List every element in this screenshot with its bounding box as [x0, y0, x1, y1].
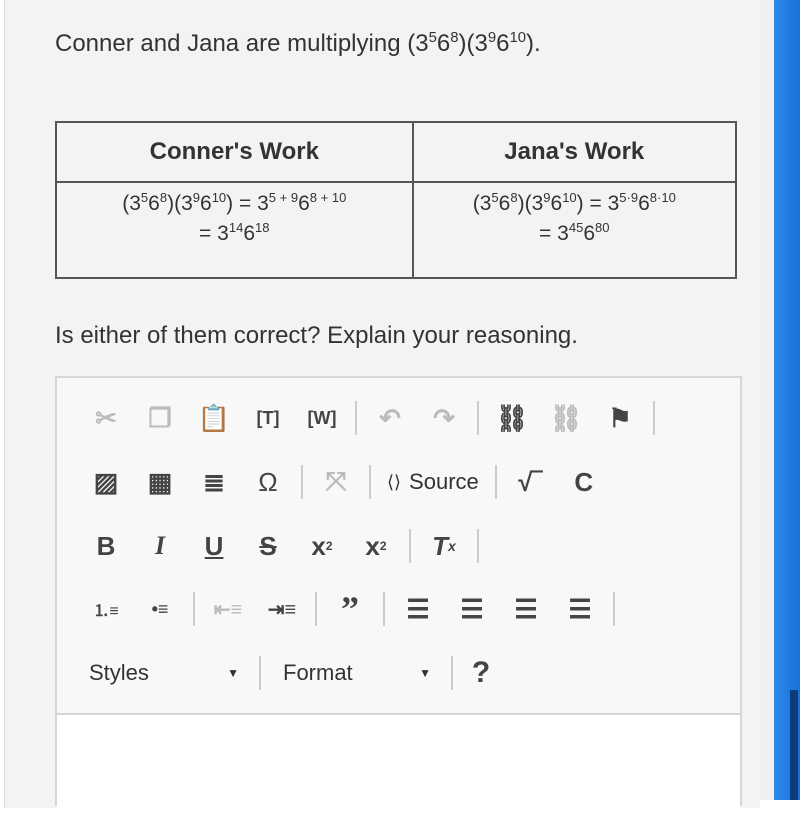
header-conner: Conner's Work: [55, 121, 414, 183]
image-icon[interactable]: ▨: [79, 464, 133, 500]
redo-icon[interactable]: ↷: [417, 400, 471, 436]
separator: [477, 529, 479, 563]
separator: [451, 656, 453, 690]
strikethrough-icon[interactable]: S: [241, 528, 295, 564]
separator: [369, 465, 371, 499]
separator: [653, 401, 655, 435]
align-right-icon[interactable]: ☰: [499, 591, 553, 627]
separator: [494, 465, 497, 499]
link-icon[interactable]: ⛓: [485, 400, 539, 436]
gutter: [760, 0, 774, 800]
header-jana: Jana's Work: [411, 121, 738, 183]
italic-icon[interactable]: I: [133, 528, 187, 564]
cut-icon[interactable]: ✂: [79, 400, 133, 436]
anchor-flag-icon[interactable]: ⚑: [593, 400, 647, 436]
indent-icon[interactable]: ⇥≡: [255, 591, 309, 627]
math-sqrt-icon[interactable]: √‾: [503, 464, 557, 500]
separator: [477, 401, 479, 435]
help-button[interactable]: ?: [459, 655, 503, 691]
bulleted-list-icon[interactable]: •≡: [133, 591, 187, 627]
horizontal-rule-icon[interactable]: ≣: [187, 464, 241, 500]
justify-icon[interactable]: ☰: [553, 591, 607, 627]
editor-content-area[interactable]: [57, 713, 740, 813]
underline-icon[interactable]: U: [187, 528, 241, 564]
prompt-text: Is either of them correct? Explain your …: [55, 322, 578, 349]
outdent-icon[interactable]: ⇤≡: [201, 591, 255, 627]
subscript-icon[interactable]: x2: [295, 528, 349, 564]
separator: [259, 656, 261, 690]
separator: [613, 592, 615, 626]
rich-text-editor: ✂ ❐ 📋 [T] [W] ↶ ↷ ⛓ ⛓ ⚑ ▨ ▦ ≣ Ω ⤧ ⟨⟩ Sour…: [55, 376, 742, 813]
source-button[interactable]: ⟨⟩ Source: [377, 469, 489, 495]
align-left-icon[interactable]: ☰: [391, 591, 445, 627]
table-icon[interactable]: ▦: [133, 464, 187, 500]
separator: [355, 401, 357, 435]
numbered-list-icon[interactable]: ⒈≡: [79, 591, 133, 627]
unlink-icon[interactable]: ⛓: [539, 400, 593, 436]
paste-word-icon[interactable]: [W]: [295, 400, 349, 436]
format-dropdown[interactable]: Format ▼: [267, 655, 445, 691]
copy-icon[interactable]: ❐: [133, 400, 187, 436]
question-text: Conner and Jana are multiplying (3568)(3…: [55, 30, 541, 57]
scrollbar-thumb[interactable]: [790, 690, 798, 800]
chemistry-icon[interactable]: C: [557, 464, 611, 500]
paste-icon[interactable]: 📋: [187, 400, 241, 436]
blockquote-icon[interactable]: ”: [323, 589, 377, 629]
jana-work: (3568)(39610) = 35·968·10 = 345680: [411, 181, 738, 279]
styles-label: Styles: [89, 660, 149, 685]
format-label: Format: [283, 660, 353, 685]
styles-dropdown[interactable]: Styles ▼: [73, 655, 253, 691]
separator: [193, 592, 195, 626]
conner-work: (3568)(39610) = 35 + 968 + 10 = 314618: [55, 181, 414, 279]
align-center-icon[interactable]: ☰: [445, 591, 499, 627]
separator: [315, 592, 317, 626]
source-label: Source: [409, 469, 479, 494]
special-char-omega-icon[interactable]: Ω: [241, 464, 295, 500]
superscript-icon[interactable]: x2: [349, 528, 403, 564]
source-icon: ⟨⟩: [387, 471, 402, 492]
remove-format-icon[interactable]: Tx: [417, 528, 471, 564]
bold-icon[interactable]: B: [79, 528, 133, 564]
caret-down-icon: ▼: [419, 666, 431, 680]
work-table: Conner's Work Jana's Work (3568)(39610) =…: [55, 121, 738, 279]
scrollbar[interactable]: [774, 0, 800, 800]
paste-text-icon[interactable]: [T]: [241, 400, 295, 436]
undo-icon[interactable]: ↶: [363, 400, 417, 436]
maximize-icon[interactable]: ⤧: [309, 464, 363, 500]
separator: [383, 592, 385, 626]
separator: [301, 465, 303, 499]
separator: [409, 529, 411, 563]
caret-down-icon: ▼: [227, 666, 239, 680]
